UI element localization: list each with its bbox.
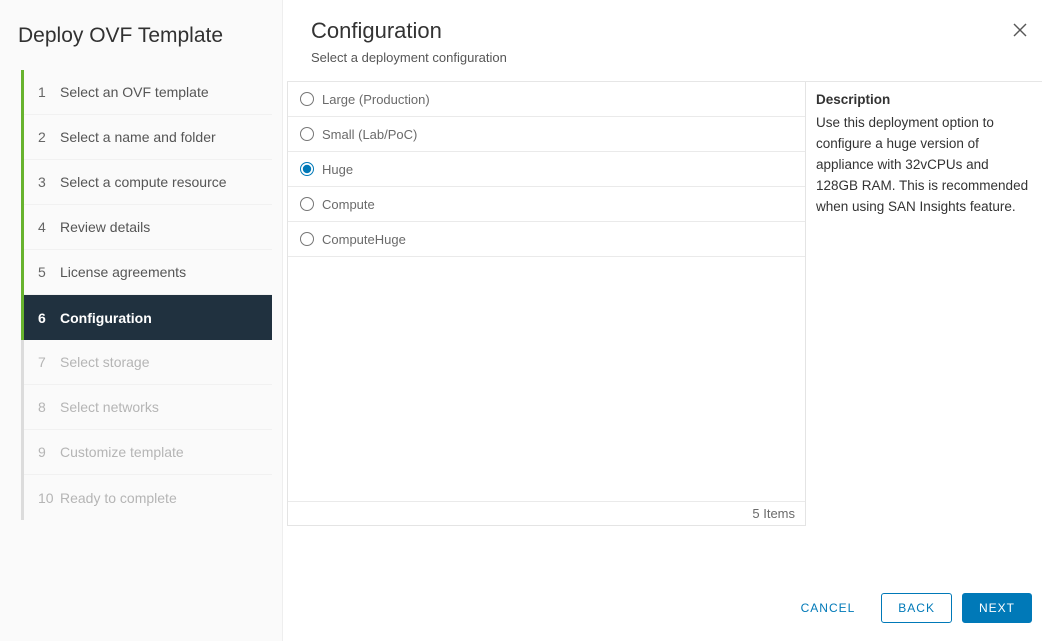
config-option-label: Compute bbox=[322, 197, 375, 212]
wizard-step-5[interactable]: 5 License agreements bbox=[24, 250, 272, 295]
wizard-step-1[interactable]: 1 Select an OVF template bbox=[24, 70, 272, 115]
wizard-step-num: 7 bbox=[38, 354, 60, 370]
wizard-step-label: Select a compute resource bbox=[60, 174, 227, 190]
config-radio-huge[interactable] bbox=[300, 162, 314, 176]
config-option-large[interactable]: Large (Production) bbox=[288, 82, 805, 117]
wizard-sidebar: Deploy OVF Template 1 Select an OVF temp… bbox=[0, 0, 283, 641]
wizard-step-num: 8 bbox=[38, 399, 60, 415]
config-option-label: Small (Lab/PoC) bbox=[322, 127, 417, 142]
wizard-step-num: 10 bbox=[38, 490, 60, 506]
config-option-small[interactable]: Small (Lab/PoC) bbox=[288, 117, 805, 152]
options-spacer bbox=[288, 257, 805, 501]
page-subtitle: Select a deployment configuration bbox=[311, 50, 1024, 65]
wizard-step-label: Customize template bbox=[60, 444, 184, 460]
wizard-step-label: Ready to complete bbox=[60, 490, 177, 506]
wizard-step-2[interactable]: 2 Select a name and folder bbox=[24, 115, 272, 160]
config-radio-computehuge[interactable] bbox=[300, 232, 314, 246]
configuration-area: Large (Production) Small (Lab/PoC) Huge … bbox=[287, 81, 1042, 641]
config-radio-compute[interactable] bbox=[300, 197, 314, 211]
wizard-steps-future-group: 7 Select storage 8 Select networks 9 Cus… bbox=[21, 340, 272, 520]
config-option-computehuge[interactable]: ComputeHuge bbox=[288, 222, 805, 257]
options-count-footer: 5 Items bbox=[288, 501, 805, 525]
next-button[interactable]: NEXT bbox=[962, 593, 1032, 623]
wizard-step-num: 4 bbox=[38, 219, 60, 235]
wizard-step-8: 8 Select networks bbox=[24, 385, 272, 430]
wizard-step-label: Configuration bbox=[60, 310, 152, 326]
wizard-step-label: Select storage bbox=[60, 354, 150, 370]
wizard-steps-completed-group: 1 Select an OVF template 2 Select a name… bbox=[21, 70, 272, 340]
wizard-footer: CANCEL BACK NEXT bbox=[566, 579, 1052, 641]
wizard-step-7: 7 Select storage bbox=[24, 340, 272, 385]
dialog-root: Deploy OVF Template 1 Select an OVF temp… bbox=[0, 0, 1052, 641]
config-radio-small[interactable] bbox=[300, 127, 314, 141]
close-icon[interactable] bbox=[1012, 22, 1030, 40]
wizard-step-label: Select networks bbox=[60, 399, 159, 415]
config-option-label: ComputeHuge bbox=[322, 232, 406, 247]
wizard-step-num: 6 bbox=[38, 310, 60, 326]
wizard-step-3[interactable]: 3 Select a compute resource bbox=[24, 160, 272, 205]
wizard-step-num: 3 bbox=[38, 174, 60, 190]
configuration-options-list: Large (Production) Small (Lab/PoC) Huge … bbox=[287, 82, 806, 526]
wizard-step-6[interactable]: 6 Configuration bbox=[24, 295, 272, 340]
wizard-step-label: Review details bbox=[60, 219, 150, 235]
wizard-steps: 1 Select an OVF template 2 Select a name… bbox=[18, 70, 272, 520]
wizard-main: Configuration Select a deployment config… bbox=[283, 0, 1052, 641]
wizard-step-4[interactable]: 4 Review details bbox=[24, 205, 272, 250]
wizard-step-10: 10 Ready to complete bbox=[24, 475, 272, 520]
back-button[interactable]: BACK bbox=[881, 593, 952, 623]
wizard-step-label: Select a name and folder bbox=[60, 129, 216, 145]
wizard-step-label: Select an OVF template bbox=[60, 84, 209, 100]
wizard-step-num: 2 bbox=[38, 129, 60, 145]
description-title: Description bbox=[816, 90, 1034, 111]
config-option-huge[interactable]: Huge bbox=[288, 152, 805, 187]
configuration-description-panel: Description Use this deployment option t… bbox=[810, 82, 1042, 641]
config-option-compute[interactable]: Compute bbox=[288, 187, 805, 222]
config-radio-large[interactable] bbox=[300, 92, 314, 106]
dialog-title: Deploy OVF Template bbox=[0, 18, 282, 70]
description-body: Use this deployment option to configure … bbox=[816, 113, 1034, 218]
wizard-step-9: 9 Customize template bbox=[24, 430, 272, 475]
page-title: Configuration bbox=[311, 18, 1024, 44]
wizard-step-num: 5 bbox=[38, 264, 60, 280]
page-header: Configuration Select a deployment config… bbox=[283, 18, 1052, 81]
config-option-label: Huge bbox=[322, 162, 353, 177]
cancel-button[interactable]: CANCEL bbox=[785, 593, 872, 623]
wizard-step-label: License agreements bbox=[60, 264, 186, 280]
wizard-step-num: 1 bbox=[38, 84, 60, 100]
config-option-label: Large (Production) bbox=[322, 92, 430, 107]
wizard-step-num: 9 bbox=[38, 444, 60, 460]
